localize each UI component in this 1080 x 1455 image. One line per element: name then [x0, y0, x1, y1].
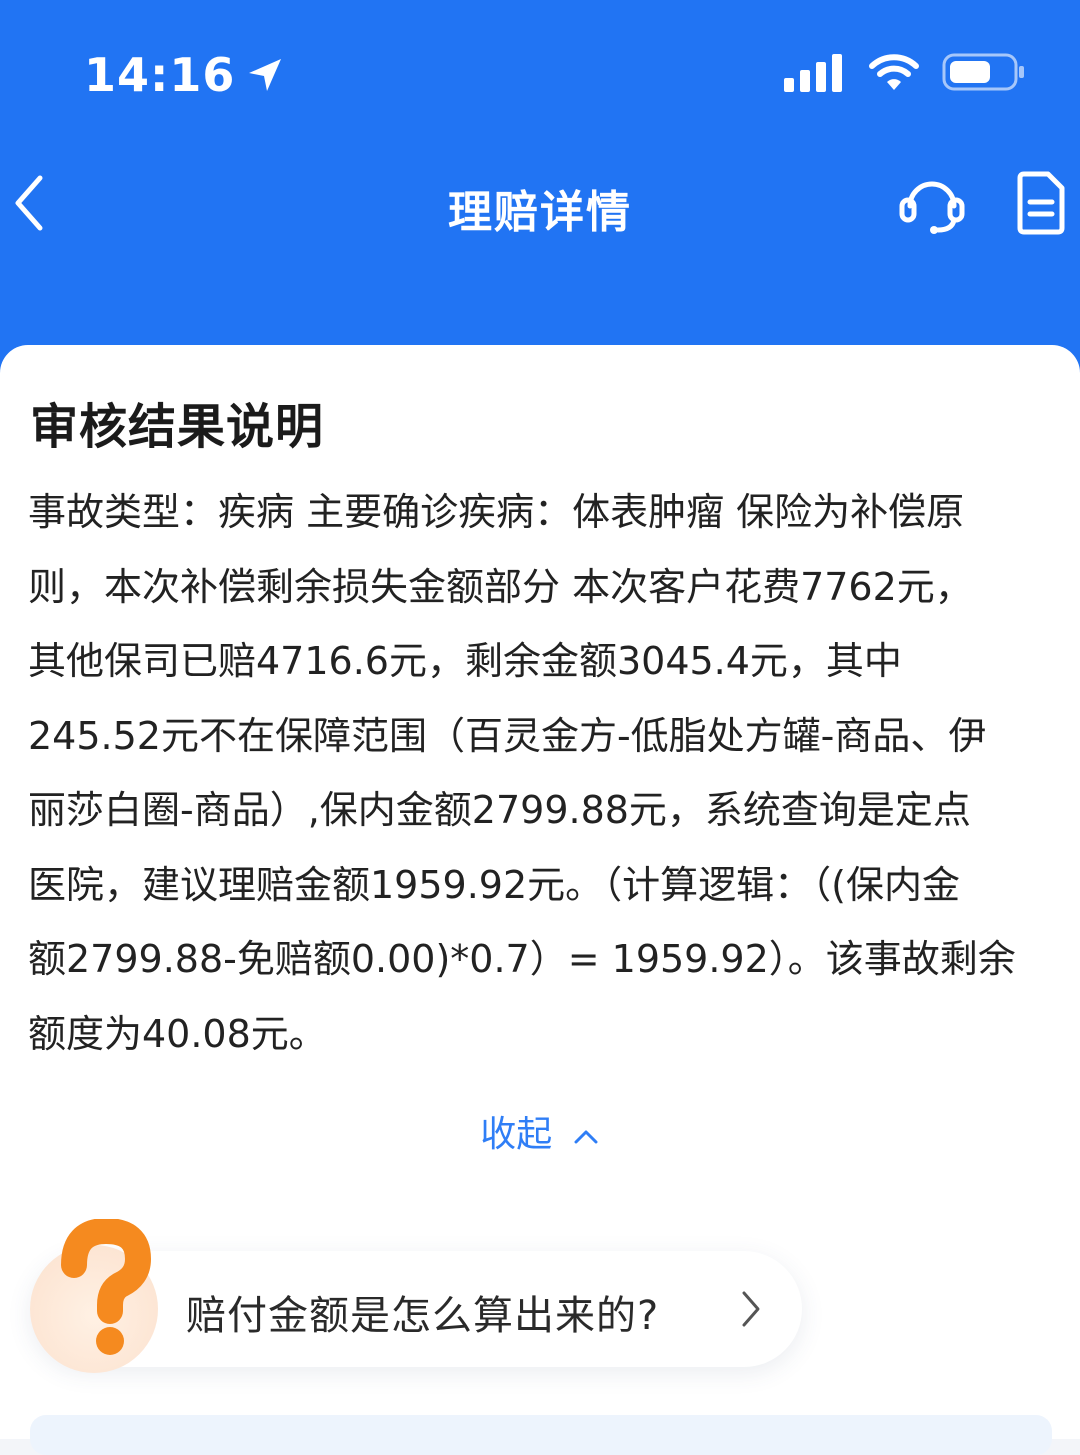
chevron-right-icon: [742, 1291, 760, 1327]
explanation-line: 医院，建议理赔金额1959.92元。（计算逻辑：（(保内金: [28, 862, 960, 907]
review-explanation-text: 事故类型：疾病 主要确诊疾病：体表肿瘤 保险为补偿原 则，本次补偿剩余损失金额部…: [28, 475, 1052, 1071]
location-arrow-icon: [249, 59, 282, 91]
explanation-line: 丽莎白圈-商品）,保内金额2799.88元，系统查询是定点: [28, 788, 971, 832]
explanation-line: 额2799.88-免赔额0.00)*0.7）= 1959.92）。该事故剩余: [28, 937, 1016, 981]
payout-faq-link[interactable]: 赔付金额是怎么算出来的?: [30, 1219, 802, 1373]
faq-question: 赔付金额是怎么算出来的?: [186, 1293, 660, 1339]
cellular-signal-icon: [784, 54, 842, 92]
wifi-icon: [869, 54, 919, 90]
card-title: 审核结果说明: [30, 399, 325, 455]
battery-icon: [942, 53, 1024, 91]
explanation-line: 则，本次补偿剩余损失金额部分 本次客户花费7762元，: [28, 564, 973, 609]
explanation-line: 其他保司已赔4716.6元，剩余金额3045.4元，其中: [28, 639, 902, 683]
explanation-line: 245.52元不在保障范围（百灵金方-低脂处方罐-商品、伊: [28, 713, 987, 758]
explanation-line: 事故类型：疾病 主要确诊疾病：体表肿瘤 保险为补偿原: [28, 490, 965, 534]
review-result-card: 审核结果说明 事故类型：疾病 主要确诊疾病：体表肿瘤 保险为补偿原 则，本次补偿…: [0, 345, 1080, 1455]
document-icon[interactable]: [1014, 170, 1068, 236]
explanation-line: 额度为40.08元。: [28, 1011, 327, 1056]
collapse-label: 收起: [480, 1114, 553, 1155]
status-indicators: [784, 52, 1026, 92]
customer-service-icon[interactable]: [898, 172, 966, 236]
header-bar: 14:16 理赔详情: [0, 0, 1080, 380]
collapse-button[interactable]: 收起: [0, 1105, 1080, 1157]
status-time: 14:16: [84, 48, 285, 102]
chevron-up-icon: [574, 1130, 598, 1144]
question-mark-icon: [61, 1219, 151, 1355]
status-time-text: 14:16: [84, 48, 236, 102]
next-section-edge: [30, 1415, 1052, 1455]
